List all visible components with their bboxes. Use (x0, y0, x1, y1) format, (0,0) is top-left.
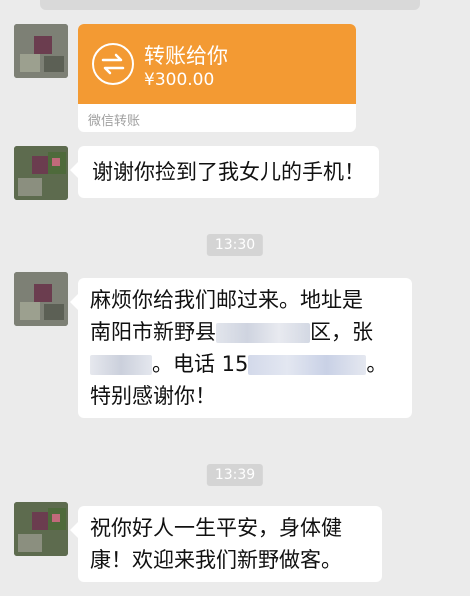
avatar[interactable] (14, 502, 68, 556)
message-text: 。 (366, 352, 388, 376)
redacted-address (216, 323, 310, 343)
chat-window: 转账给你 ¥300.00 微信转账 谢谢你捡到了我女儿的手机！ 13:30 麻烦… (0, 0, 470, 596)
message-line: 麻烦你给我们邮过来。地址是 (90, 288, 363, 312)
transfer-source-label: 微信转账 (88, 114, 141, 129)
message-bubble[interactable]: 祝你好人一生平安，身体健 康！欢迎来我们新野做客。 (70, 506, 382, 582)
message-line: 康！欢迎来我们新野做客。 (90, 548, 342, 572)
redacted-name (90, 355, 152, 375)
transfer-card[interactable]: 转账给你 ¥300.00 微信转账 (78, 24, 356, 132)
avatar[interactable] (14, 272, 68, 326)
transfer-amount: ¥300.00 (144, 70, 215, 90)
avatar[interactable] (14, 146, 68, 200)
redacted-phone (248, 355, 367, 375)
message-bubble[interactable]: 麻烦你给我们邮过来。地址是 南阳市新野县 区，张 。电话 15 。 特别感谢你！ (70, 278, 412, 418)
previous-message-edge (40, 0, 420, 10)
message-text: 。电话 15 (152, 352, 249, 376)
message-text: 南阳市新野县 (90, 320, 216, 344)
timestamp: 13:39 (206, 464, 264, 486)
transfer-arrows-icon (92, 43, 134, 85)
message-text: 谢谢你捡到了我女儿的手机！ (92, 160, 365, 184)
message-line: 特别感谢你！ (90, 384, 216, 408)
timestamp: 13:30 (206, 234, 264, 256)
transfer-title: 转账给你 (144, 44, 228, 68)
avatar[interactable] (14, 24, 68, 78)
message-line: 南阳市新野县 区，张 (90, 316, 400, 348)
message-text: 区，张 (310, 320, 373, 344)
message-line: 。电话 15 。 (90, 348, 400, 380)
message-bubble[interactable]: 谢谢你捡到了我女儿的手机！ (70, 146, 379, 198)
message-line: 祝你好人一生平安，身体健 (90, 516, 342, 540)
